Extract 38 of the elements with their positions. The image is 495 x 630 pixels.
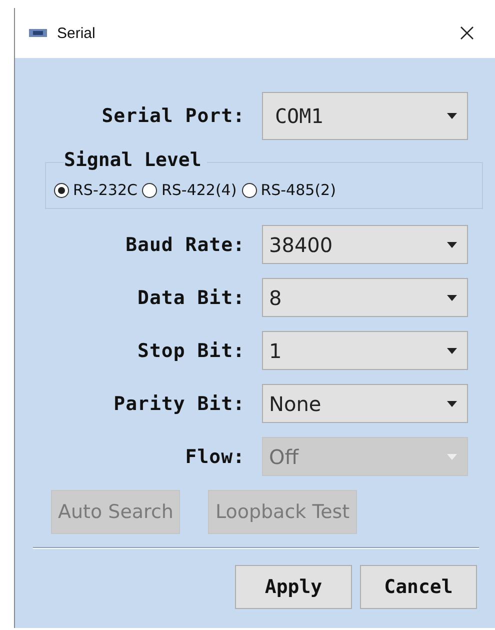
dropdown-value: COM1 (275, 104, 324, 128)
radio-circle[interactable] (242, 182, 257, 198)
setting-dropdown[interactable]: None (262, 384, 468, 423)
dialog-button[interactable]: Apply (235, 565, 352, 609)
dropdown-caret-icon (447, 348, 457, 354)
dropdown-value: None (269, 392, 322, 416)
radio-label: RS-485(2) (260, 181, 336, 199)
setting-dropdown[interactable]: 1 (262, 331, 468, 370)
group-title: Signal Level (64, 149, 208, 171)
dropdown-caret-icon (447, 400, 457, 406)
radio-option[interactable]: RS-422(4) (142, 181, 237, 199)
dropdown-value: Off (269, 444, 299, 468)
setting-dropdown[interactable]: 38400 (262, 225, 468, 264)
connector-icon (29, 29, 47, 37)
field-label: Baud Rate: (124, 234, 245, 256)
dropdown-value: 38400 (269, 232, 333, 256)
field-label: Serial Port: (100, 105, 245, 127)
radio-option[interactable]: RS-232C (54, 181, 138, 199)
port-dropdown[interactable]: COM1 (262, 92, 468, 140)
dropdown-value: 8 (269, 286, 282, 310)
dialog-button[interactable]: Cancel (360, 565, 477, 609)
radio-option[interactable]: RS-485(2) (242, 181, 336, 199)
field-label: Data Bit: (136, 286, 245, 308)
setting-dropdown[interactable]: 8 (262, 278, 468, 317)
field-label: Flow: (184, 446, 245, 468)
field-label: Parity Bit: (112, 392, 245, 414)
dropdown-caret-icon (447, 113, 457, 119)
radio-label: RS-422(4) (161, 181, 237, 199)
radio-circle[interactable] (54, 182, 69, 198)
field-label: Stop Bit: (136, 340, 245, 362)
dropdown-value: 1 (269, 338, 282, 362)
close-icon (459, 25, 475, 41)
dropdown-caret-icon (447, 294, 457, 300)
radio-circle[interactable] (142, 182, 158, 198)
window-title: Serial (57, 24, 96, 42)
radio-label: RS-232C (73, 181, 138, 199)
dropdown-caret-icon (447, 242, 457, 248)
dropdown-caret-icon (447, 454, 457, 460)
